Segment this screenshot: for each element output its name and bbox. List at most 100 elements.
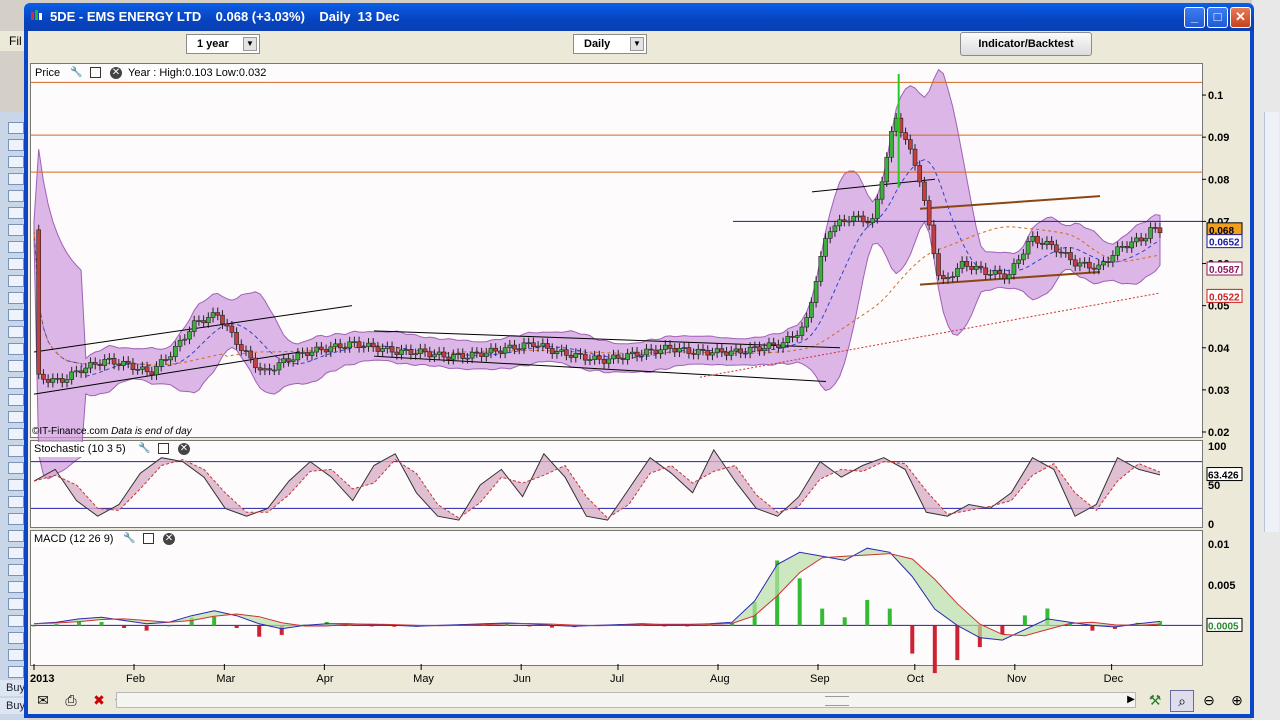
candle-body	[64, 379, 70, 383]
candle-body	[931, 224, 937, 254]
candle-body	[611, 354, 616, 360]
candle-body	[356, 341, 362, 348]
close-pane-icon[interactable]: ✕	[178, 443, 190, 455]
candle-body	[889, 131, 894, 158]
candle-body	[785, 336, 791, 344]
candle-body	[469, 351, 475, 359]
candle-body	[884, 156, 890, 183]
candle-body	[460, 353, 466, 359]
candle-body	[1035, 236, 1040, 244]
candle-body	[248, 350, 254, 359]
candle-body	[276, 362, 282, 371]
candle-body	[1030, 236, 1036, 242]
candle-body	[102, 359, 107, 366]
candle-body	[1143, 238, 1149, 242]
candle-body	[601, 358, 607, 364]
candle-body	[187, 331, 192, 340]
tools-icon[interactable]: ⚒	[1144, 690, 1166, 710]
data-credit: ©IT-Finance.com Data is end of day	[32, 424, 192, 439]
macd-histogram-bar	[32, 625, 36, 627]
candle-body	[1021, 253, 1026, 261]
candle-body	[634, 351, 640, 357]
window-icon[interactable]	[90, 67, 101, 78]
macd-pane-label: MACD (12 26 9)	[32, 532, 116, 547]
candle-body	[700, 348, 706, 351]
candle-body	[201, 320, 206, 324]
candle-body	[587, 359, 593, 361]
macd-histogram-bar	[527, 625, 532, 627]
y-tick-label: 0.04	[1208, 343, 1230, 355]
candle-body	[479, 352, 484, 357]
window-icon[interactable]	[143, 533, 154, 544]
candle-body	[531, 342, 536, 348]
window-icon[interactable]	[158, 443, 169, 454]
price-value-label: 0.0652	[1209, 238, 1240, 249]
wrench-icon[interactable]: 🔧	[138, 443, 150, 455]
candle-body	[238, 344, 244, 351]
candle-body	[663, 344, 668, 351]
stochastic-tick-label: 100	[1208, 441, 1226, 453]
x-tick-label: Mar	[216, 673, 235, 685]
zoom-fit-icon[interactable]: ⌕	[1170, 690, 1194, 712]
macd-tick-label: 0.01	[1208, 539, 1229, 551]
candle-body	[724, 351, 729, 356]
candle-body	[1138, 237, 1144, 242]
candle-body	[422, 348, 428, 353]
candle-body	[1002, 273, 1007, 280]
mail-icon[interactable]: ✉	[32, 690, 54, 710]
candle-body	[870, 218, 875, 223]
wrench-icon[interactable]: 🔧	[123, 533, 135, 545]
candle-body	[125, 360, 131, 364]
candle-body	[761, 347, 767, 352]
candle-body	[319, 346, 324, 350]
chart-canvas[interactable]: 2013 Feb Mar Apr May Jun Jul Aug Sep Oct Nov Dec 0.0…	[0, 0, 1280, 720]
candle-body	[451, 354, 456, 360]
zoom-in-icon[interactable]: ⊕	[1226, 690, 1248, 710]
candle-body	[856, 215, 861, 218]
time-scrollbar[interactable]	[116, 692, 1136, 708]
candle-body	[234, 332, 239, 345]
candle-body	[1006, 274, 1012, 280]
close-pane-icon[interactable]: ✕	[110, 67, 122, 79]
candle-body	[116, 363, 122, 366]
candle-body	[757, 346, 762, 352]
candle-body	[955, 267, 960, 277]
candle-body	[483, 352, 489, 357]
scrollbar-grip[interactable]	[825, 696, 849, 706]
macd-histogram-bar	[820, 608, 825, 626]
candle-body	[630, 351, 635, 355]
year-high-low-info: Year : High:0.103 Low:0.032	[126, 66, 269, 81]
candle-body	[107, 357, 112, 360]
candle-body	[512, 344, 517, 350]
candle-body	[229, 325, 235, 333]
candle-body	[370, 342, 376, 348]
candle-body	[728, 350, 734, 356]
candle-body	[314, 346, 319, 353]
y-tick-label: 0.08	[1208, 174, 1229, 186]
candle-body	[903, 132, 908, 140]
candle-body	[267, 368, 272, 371]
candle-body	[940, 275, 946, 280]
macd-histogram-bar	[685, 625, 690, 627]
printer-icon[interactable]: ⎙	[60, 690, 82, 710]
candle-body	[809, 302, 814, 318]
candle-body	[1011, 263, 1017, 275]
zoom-out-icon[interactable]: ⊖	[1198, 690, 1220, 710]
wrench-icon[interactable]: 🔧	[70, 67, 82, 79]
macd-histogram-bar	[842, 617, 847, 626]
close-pane-icon[interactable]: ✕	[163, 533, 175, 545]
delete-icon[interactable]: ✖	[88, 690, 110, 710]
candle-body	[427, 351, 433, 358]
scroll-right-icon[interactable]: ▶	[1124, 690, 1138, 710]
candle-body	[436, 351, 442, 355]
candle-body	[45, 378, 51, 383]
candle-body	[865, 221, 871, 224]
candle-body	[771, 342, 776, 346]
candle-body	[516, 348, 522, 351]
candle-body	[465, 357, 470, 360]
candle-body	[879, 181, 885, 200]
candle-body	[710, 352, 715, 356]
candle-body	[361, 346, 367, 349]
candle-body	[1157, 227, 1163, 234]
candle-body	[578, 353, 583, 355]
